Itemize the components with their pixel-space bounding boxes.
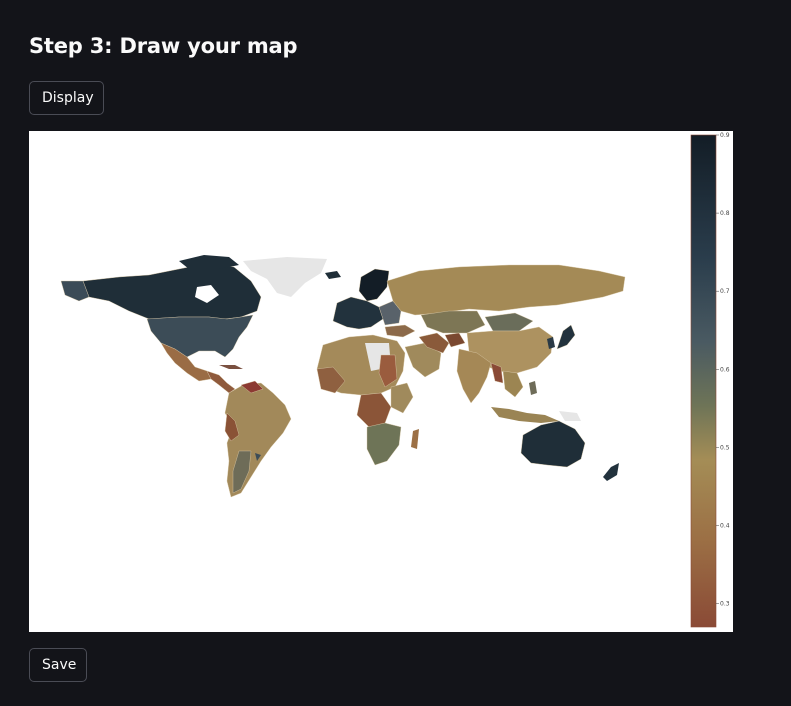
save-button[interactable]: Save (29, 648, 87, 682)
colorbar-gradient (690, 134, 717, 628)
colorbar-tick-label: 0.3 (720, 601, 730, 608)
colorbar-tick-label: 0.4 (720, 522, 730, 529)
colorbar-tick-label: 0.9 (720, 132, 730, 139)
colorbar-tick-label: 0.5 (720, 444, 730, 451)
colorbar-tick-label: 0.7 (720, 288, 730, 295)
colorbar-tick-label: 0.6 (720, 366, 730, 373)
colorbar: 0.9 0.8 0.7 0.6 0.5 0.4 0.3 (690, 132, 730, 628)
page-title: Step 3: Draw your map (29, 34, 298, 58)
choropleth-map[interactable]: 0.9 0.8 0.7 0.6 0.5 0.4 0.3 (29, 131, 733, 632)
display-button[interactable]: Display (29, 81, 104, 115)
colorbar-tick-label: 0.8 (720, 210, 730, 217)
